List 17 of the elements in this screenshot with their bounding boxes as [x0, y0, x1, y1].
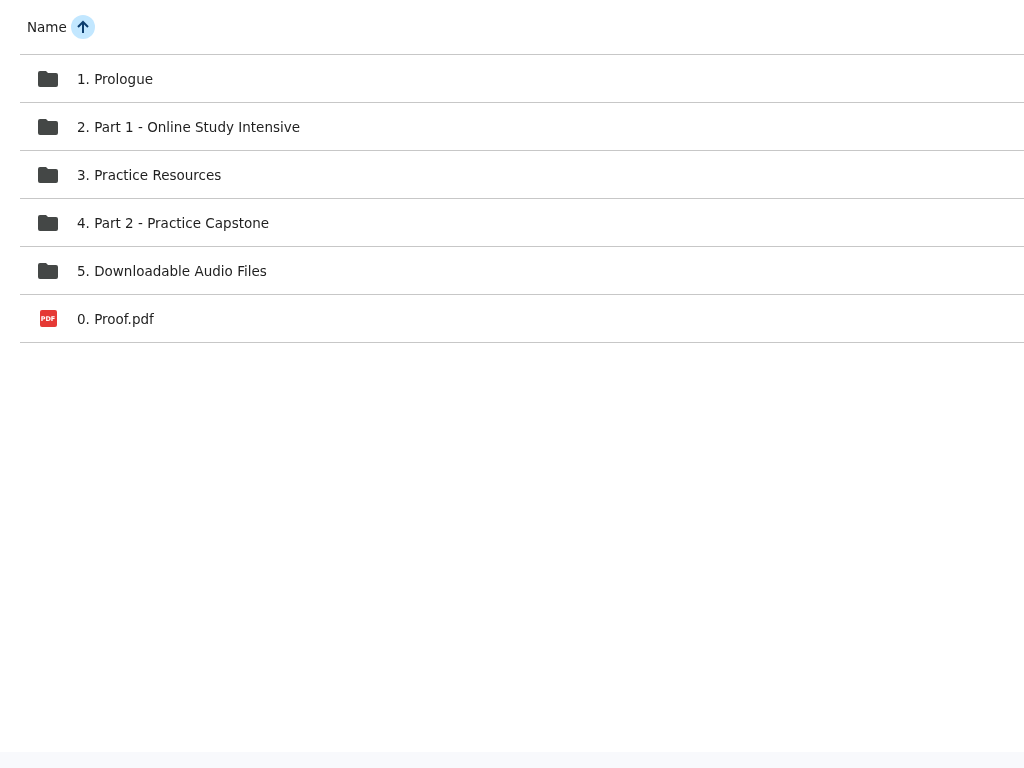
file-name: 0. Proof.pdf: [77, 310, 154, 327]
column-header[interactable]: Name: [27, 19, 67, 35]
file-row[interactable]: 1. Prologue: [20, 55, 1024, 103]
file-row[interactable]: 3. Practice Resources: [20, 151, 1024, 199]
file-name: 2. Part 1 - Online Study Intensive: [77, 118, 301, 135]
folder-icon: [38, 262, 58, 279]
folder-icon: [38, 118, 58, 135]
file-row[interactable]: 4. Part 2 - Practice Capstone: [20, 199, 1024, 247]
file-name: 1. Prologue: [77, 70, 154, 87]
file-row[interactable]: 2. Part 1 - Online Study Intensive: [20, 103, 1024, 151]
file-row[interactable]: 5. Downloadable Audio Files: [20, 247, 1024, 295]
file-name: 4. Part 2 - Practice Capstone: [77, 214, 270, 231]
folder-icon: [38, 70, 58, 87]
folder-icon: [38, 166, 58, 183]
file-name: 3. Practice Resources: [77, 166, 222, 183]
file-name: 5. Downloadable Audio Files: [77, 262, 267, 279]
folder-icon: [38, 214, 58, 231]
